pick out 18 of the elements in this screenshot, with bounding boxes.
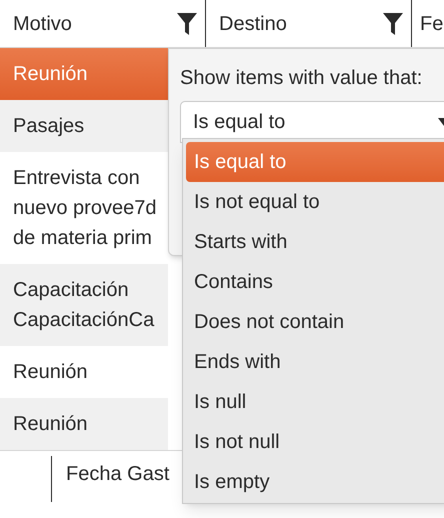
- dropdown-option[interactable]: Is not equal to: [186, 182, 444, 222]
- table-row[interactable]: Reunión: [0, 398, 168, 450]
- dropdown-option[interactable]: Is not null: [186, 422, 444, 462]
- dropdown-option[interactable]: Does not contain: [186, 302, 444, 342]
- filter-icon[interactable]: [177, 12, 197, 34]
- table-row[interactable]: Capacitación CapacitaciónCa: [0, 264, 168, 346]
- column-header[interactable]: Motivo: [0, 0, 205, 47]
- table-row[interactable]: Pasajes: [0, 100, 168, 152]
- column-header[interactable]: Destino: [205, 0, 411, 47]
- dropdown-option[interactable]: Starts with: [186, 222, 444, 262]
- dropdown-option[interactable]: Ends with: [186, 342, 444, 382]
- filter-prompt: Show items with value that:: [180, 66, 424, 91]
- dropdown-option[interactable]: Contains: [186, 262, 444, 302]
- filter-icon[interactable]: [383, 12, 403, 34]
- dropdown-option[interactable]: Is empty: [186, 462, 444, 502]
- column-header: Fecha Gast: [65, 462, 170, 487]
- dropdown-option[interactable]: Is null: [186, 382, 444, 422]
- column-header[interactable]: Fe: [411, 0, 444, 47]
